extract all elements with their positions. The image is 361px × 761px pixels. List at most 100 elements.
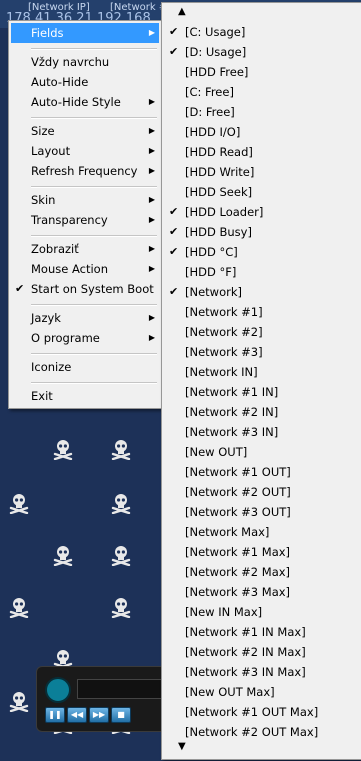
scroll-down-icon[interactable]: ▼ xyxy=(178,741,186,752)
field-item-label: [HDD I/O] xyxy=(185,125,241,139)
menu-item-start-on-system-boot[interactable]: ✔ Start on System Boot xyxy=(11,279,159,299)
field-item[interactable]: [Network #2 IN] xyxy=(164,402,358,422)
field-item[interactable]: [C: Free] xyxy=(164,82,358,102)
check-icon: ✔ xyxy=(169,205,179,218)
field-item[interactable]: [HDD Free] xyxy=(164,62,358,82)
field-item[interactable]: [Network #2 IN Max] xyxy=(164,642,358,662)
field-item[interactable]: [D: Free] xyxy=(164,102,358,122)
field-item[interactable]: [Network #2] xyxy=(164,322,358,342)
check-icon: ✔ xyxy=(169,25,179,38)
field-item[interactable]: [Network #1 IN] xyxy=(164,382,358,402)
field-item[interactable]: ✔ [Network] xyxy=(164,282,358,302)
field-item[interactable]: ✔ [C: Usage] xyxy=(164,22,358,42)
field-item-label: [Network #1 IN] xyxy=(185,385,279,399)
field-item[interactable]: ✔ [HDD Loader] xyxy=(164,202,358,222)
rewind-button[interactable]: ◀◀ xyxy=(67,707,87,723)
field-item-label: [Network #3] xyxy=(185,345,263,359)
field-item-label: [Network Max] xyxy=(185,525,270,539)
check-icon: ✔ xyxy=(169,45,179,58)
field-item-label: [Network #1 OUT] xyxy=(185,465,291,479)
submenu-arrow-icon: ▶ xyxy=(148,313,155,322)
field-item-label: [Network #1 Max] xyxy=(185,545,291,559)
menu-item-refresh-frequency[interactable]: Refresh Frequency ▶ xyxy=(11,161,159,181)
context-menu: Fields ▶ Vždy navrchu Auto-Hide Auto-Hide St… xyxy=(8,20,162,409)
menu-separator xyxy=(31,235,157,237)
menu-separator xyxy=(31,186,157,188)
menu-item-iconize[interactable]: Iconize xyxy=(11,357,159,377)
menu-item-auto-hide[interactable]: Auto-Hide xyxy=(11,72,159,92)
menu-separator xyxy=(31,304,157,306)
field-item[interactable]: [New OUT] xyxy=(164,442,358,462)
field-item-label: [Network] xyxy=(185,285,242,299)
field-item[interactable]: [Network Max] xyxy=(164,522,358,542)
play-pause-button[interactable]: ❚❚ xyxy=(45,707,65,723)
disc-icon xyxy=(45,677,71,703)
field-item[interactable]: ✔ [HDD °C] xyxy=(164,242,358,262)
menu-item-label: Layout xyxy=(31,144,71,158)
menu-item-zobrazit[interactable]: Zobraziť ▶ xyxy=(11,239,159,259)
field-item[interactable]: [Network #1 OUT] xyxy=(164,462,358,482)
skull-icon xyxy=(8,690,30,713)
menu-item-exit[interactable]: Exit xyxy=(11,386,159,406)
field-item[interactable]: [Network #1 OUT Max] xyxy=(164,702,358,722)
field-item-label: [New OUT] xyxy=(185,445,248,459)
media-player-widget: ❚❚ ◀◀ ▶▶ ■ xyxy=(36,666,179,732)
field-item[interactable]: [Network #2 OUT Max] xyxy=(164,722,358,742)
field-item[interactable]: [Network #2 OUT] xyxy=(164,482,358,502)
menu-item-layout[interactable]: Layout ▶ xyxy=(11,141,159,161)
menu-item-label: Start on System Boot xyxy=(31,282,154,296)
field-item[interactable]: [HDD Seek] xyxy=(164,182,358,202)
skull-icon xyxy=(52,544,74,567)
field-item[interactable]: [New OUT Max] xyxy=(164,682,358,702)
field-item[interactable]: ✔ [HDD Busy] xyxy=(164,222,358,242)
field-item-label: [Network #1 IN Max] xyxy=(185,625,306,639)
field-item[interactable]: ✔ [D: Usage] xyxy=(164,42,358,62)
menu-item-fields[interactable]: Fields ▶ xyxy=(11,23,159,43)
menu-item-vzdy-navrchu[interactable]: Vždy navrchu xyxy=(11,52,159,72)
field-item[interactable]: [Network #2 Max] xyxy=(164,562,358,582)
field-item[interactable]: [Network #3 IN] xyxy=(164,422,358,442)
submenu-arrow-icon: ▶ xyxy=(148,28,155,37)
field-item[interactable]: [Network IN] xyxy=(164,362,358,382)
stop-button[interactable]: ■ xyxy=(111,707,131,723)
field-item-label: [D: Free] xyxy=(185,105,235,119)
field-item[interactable]: [HDD °F] xyxy=(164,262,358,282)
menu-item-mouse-action[interactable]: Mouse Action ▶ xyxy=(11,259,159,279)
field-item-label: [Network #3 IN] xyxy=(185,425,279,439)
scroll-up-icon[interactable]: ▲ xyxy=(178,6,186,17)
field-item[interactable]: [Network #3 Max] xyxy=(164,582,358,602)
menu-item-size[interactable]: Size ▶ xyxy=(11,121,159,141)
submenu-arrow-icon: ▶ xyxy=(148,126,155,135)
field-item[interactable]: [HDD I/O] xyxy=(164,122,358,142)
submenu-arrow-icon: ▶ xyxy=(148,97,155,106)
field-item-label: [C: Free] xyxy=(185,85,234,99)
forward-button[interactable]: ▶▶ xyxy=(89,707,109,723)
menu-item-transparency[interactable]: Transparency ▶ xyxy=(11,210,159,230)
field-item[interactable]: [Network #1 Max] xyxy=(164,542,358,562)
field-item[interactable]: [HDD Write] xyxy=(164,162,358,182)
field-item[interactable]: [Network #1] xyxy=(164,302,358,322)
menu-item-o-programe[interactable]: O programe ▶ xyxy=(11,328,159,348)
field-item[interactable]: [New IN Max] xyxy=(164,602,358,622)
field-item-label: [Network #2 IN] xyxy=(185,405,279,419)
menu-item-label: Jazyk xyxy=(31,311,61,325)
field-item[interactable]: [Network #3 OUT] xyxy=(164,502,358,522)
check-icon: ✔ xyxy=(169,285,179,298)
submenu-arrow-icon: ▶ xyxy=(148,264,155,273)
check-icon: ✔ xyxy=(169,225,179,238)
field-item-label: [HDD Write] xyxy=(185,165,255,179)
field-item-label: [Network #2 IN Max] xyxy=(185,645,306,659)
skull-icon xyxy=(8,492,30,515)
menu-item-jazyk[interactable]: Jazyk ▶ xyxy=(11,308,159,328)
field-item[interactable]: [Network #3 IN Max] xyxy=(164,662,358,682)
submenu-arrow-icon: ▶ xyxy=(148,215,155,224)
field-item[interactable]: [Network #3] xyxy=(164,342,358,362)
fields-submenu: ▲ ✔ [C: Usage] ✔ [D: Usage] [HDD Free] [C: Fre… xyxy=(161,2,361,760)
field-item[interactable]: [HDD Read] xyxy=(164,142,358,162)
field-item-label: [HDD °C] xyxy=(185,245,238,259)
field-item[interactable]: [Network #1 IN Max] xyxy=(164,622,358,642)
menu-separator xyxy=(31,48,157,50)
field-item-label: [Network #1 OUT Max] xyxy=(185,705,319,719)
menu-item-auto-hide-style[interactable]: Auto-Hide Style ▶ xyxy=(11,92,159,112)
menu-item-skin[interactable]: Skin ▶ xyxy=(11,190,159,210)
